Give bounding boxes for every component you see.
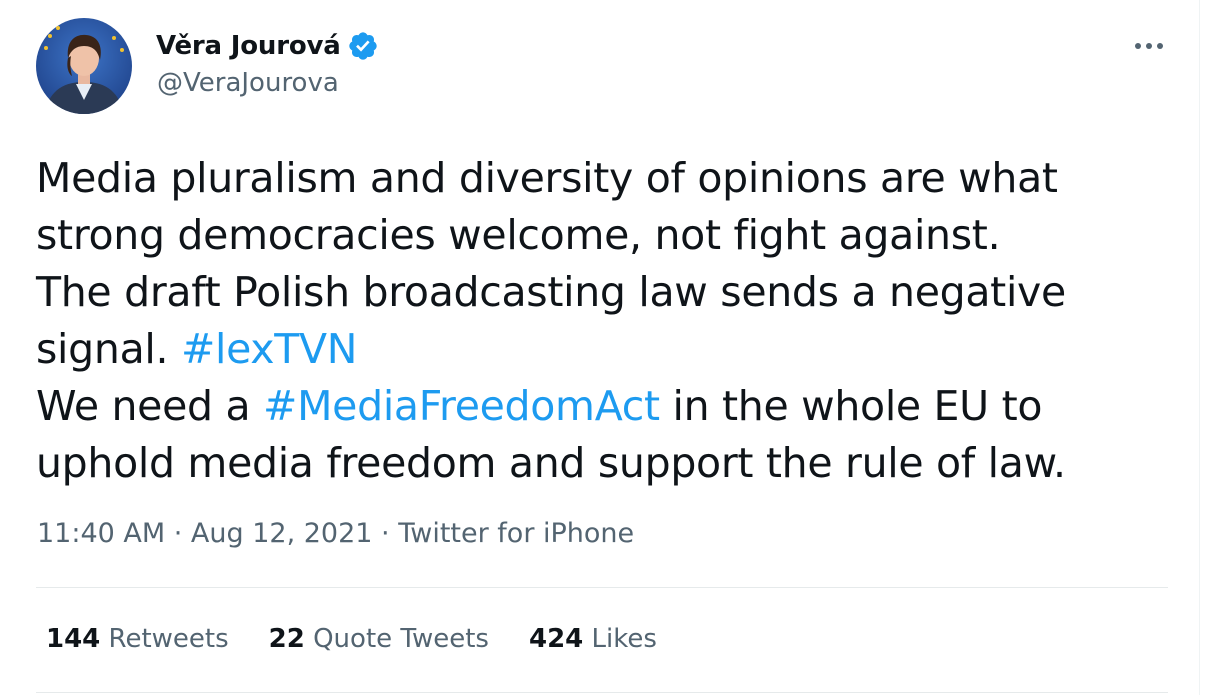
tweet-time: 11:40 AM <box>37 518 166 549</box>
author-handle[interactable]: @VeraJourova <box>157 68 339 98</box>
tweet-date: Aug 12, 2021 <box>190 518 373 549</box>
retweets-count: 144 <box>46 624 101 654</box>
tweet-stats: 144 Retweets 22 Quote Tweets 424 Likes <box>46 624 657 654</box>
tweet-text-line: The draft Polish broadcasting law sends … <box>36 264 1176 321</box>
tweet-card: Věra Jourová @VeraJourova Media pluralis… <box>0 0 1200 695</box>
likes-stat[interactable]: 424 Likes <box>529 624 657 654</box>
retweets-stat[interactable]: 144 Retweets <box>46 624 229 654</box>
tweet-text-segment: The draft Polish broadcasting law sends … <box>36 268 1066 316</box>
verified-badge-icon <box>347 30 379 62</box>
meta-separator: · <box>165 518 191 549</box>
tweet-text-segment: signal. <box>36 325 181 373</box>
tweet-text-line: We need a #MediaFreedomAct in the whole … <box>36 378 1176 435</box>
tweet-text-segment: Media pluralism and diversity of opinion… <box>36 154 1058 202</box>
tweet-text-line: signal. #lexTVN <box>36 321 1176 378</box>
tweet-source-link[interactable]: Twitter for iPhone <box>398 518 634 549</box>
avatar-image <box>36 18 132 114</box>
tweet-text-segment: strong democracies welcome, not fight ag… <box>36 211 1001 259</box>
tweet-text-line: Media pluralism and diversity of opinion… <box>36 150 1176 207</box>
tweet-text: Media pluralism and diversity of opinion… <box>36 150 1176 492</box>
hashtag-link[interactable]: #MediaFreedomAct <box>263 382 660 430</box>
quote-tweets-stat[interactable]: 22 Quote Tweets <box>269 624 489 654</box>
hashtag-link[interactable]: #lexTVN <box>181 325 357 373</box>
more-horizontal-icon <box>1135 43 1163 49</box>
author-avatar[interactable] <box>36 18 132 114</box>
likes-count: 424 <box>528 624 584 654</box>
divider <box>36 692 1168 693</box>
tweet-date-link[interactable]: Aug 12, 2021 <box>191 518 373 549</box>
tweet-meta: 11:40 AM · Aug 12, 2021 · Twitter for iP… <box>37 518 634 549</box>
tweet-text-line: uphold media freedom and support the rul… <box>36 435 1176 492</box>
divider <box>36 587 1168 588</box>
author-display-name[interactable]: Věra Jourová <box>156 31 341 61</box>
tweet-text-segment: uphold media freedom and support the rul… <box>36 439 1066 487</box>
likes-label: Likes <box>591 624 657 654</box>
author-name-row: Věra Jourová <box>156 26 379 66</box>
tweet-text-segment: in the whole EU to <box>659 382 1043 430</box>
tweet-time-link[interactable]: 11:40 AM <box>37 518 165 549</box>
meta-separator: · <box>372 518 399 549</box>
tweet-text-segment: We need a <box>36 382 264 430</box>
retweets-label: Retweets <box>108 624 229 654</box>
more-options-button[interactable] <box>1126 28 1172 64</box>
quote-tweets-label: Quote Tweets <box>313 624 489 654</box>
quote-tweets-count: 22 <box>268 624 305 654</box>
tweet-text-line: strong democracies welcome, not fight ag… <box>36 207 1176 264</box>
